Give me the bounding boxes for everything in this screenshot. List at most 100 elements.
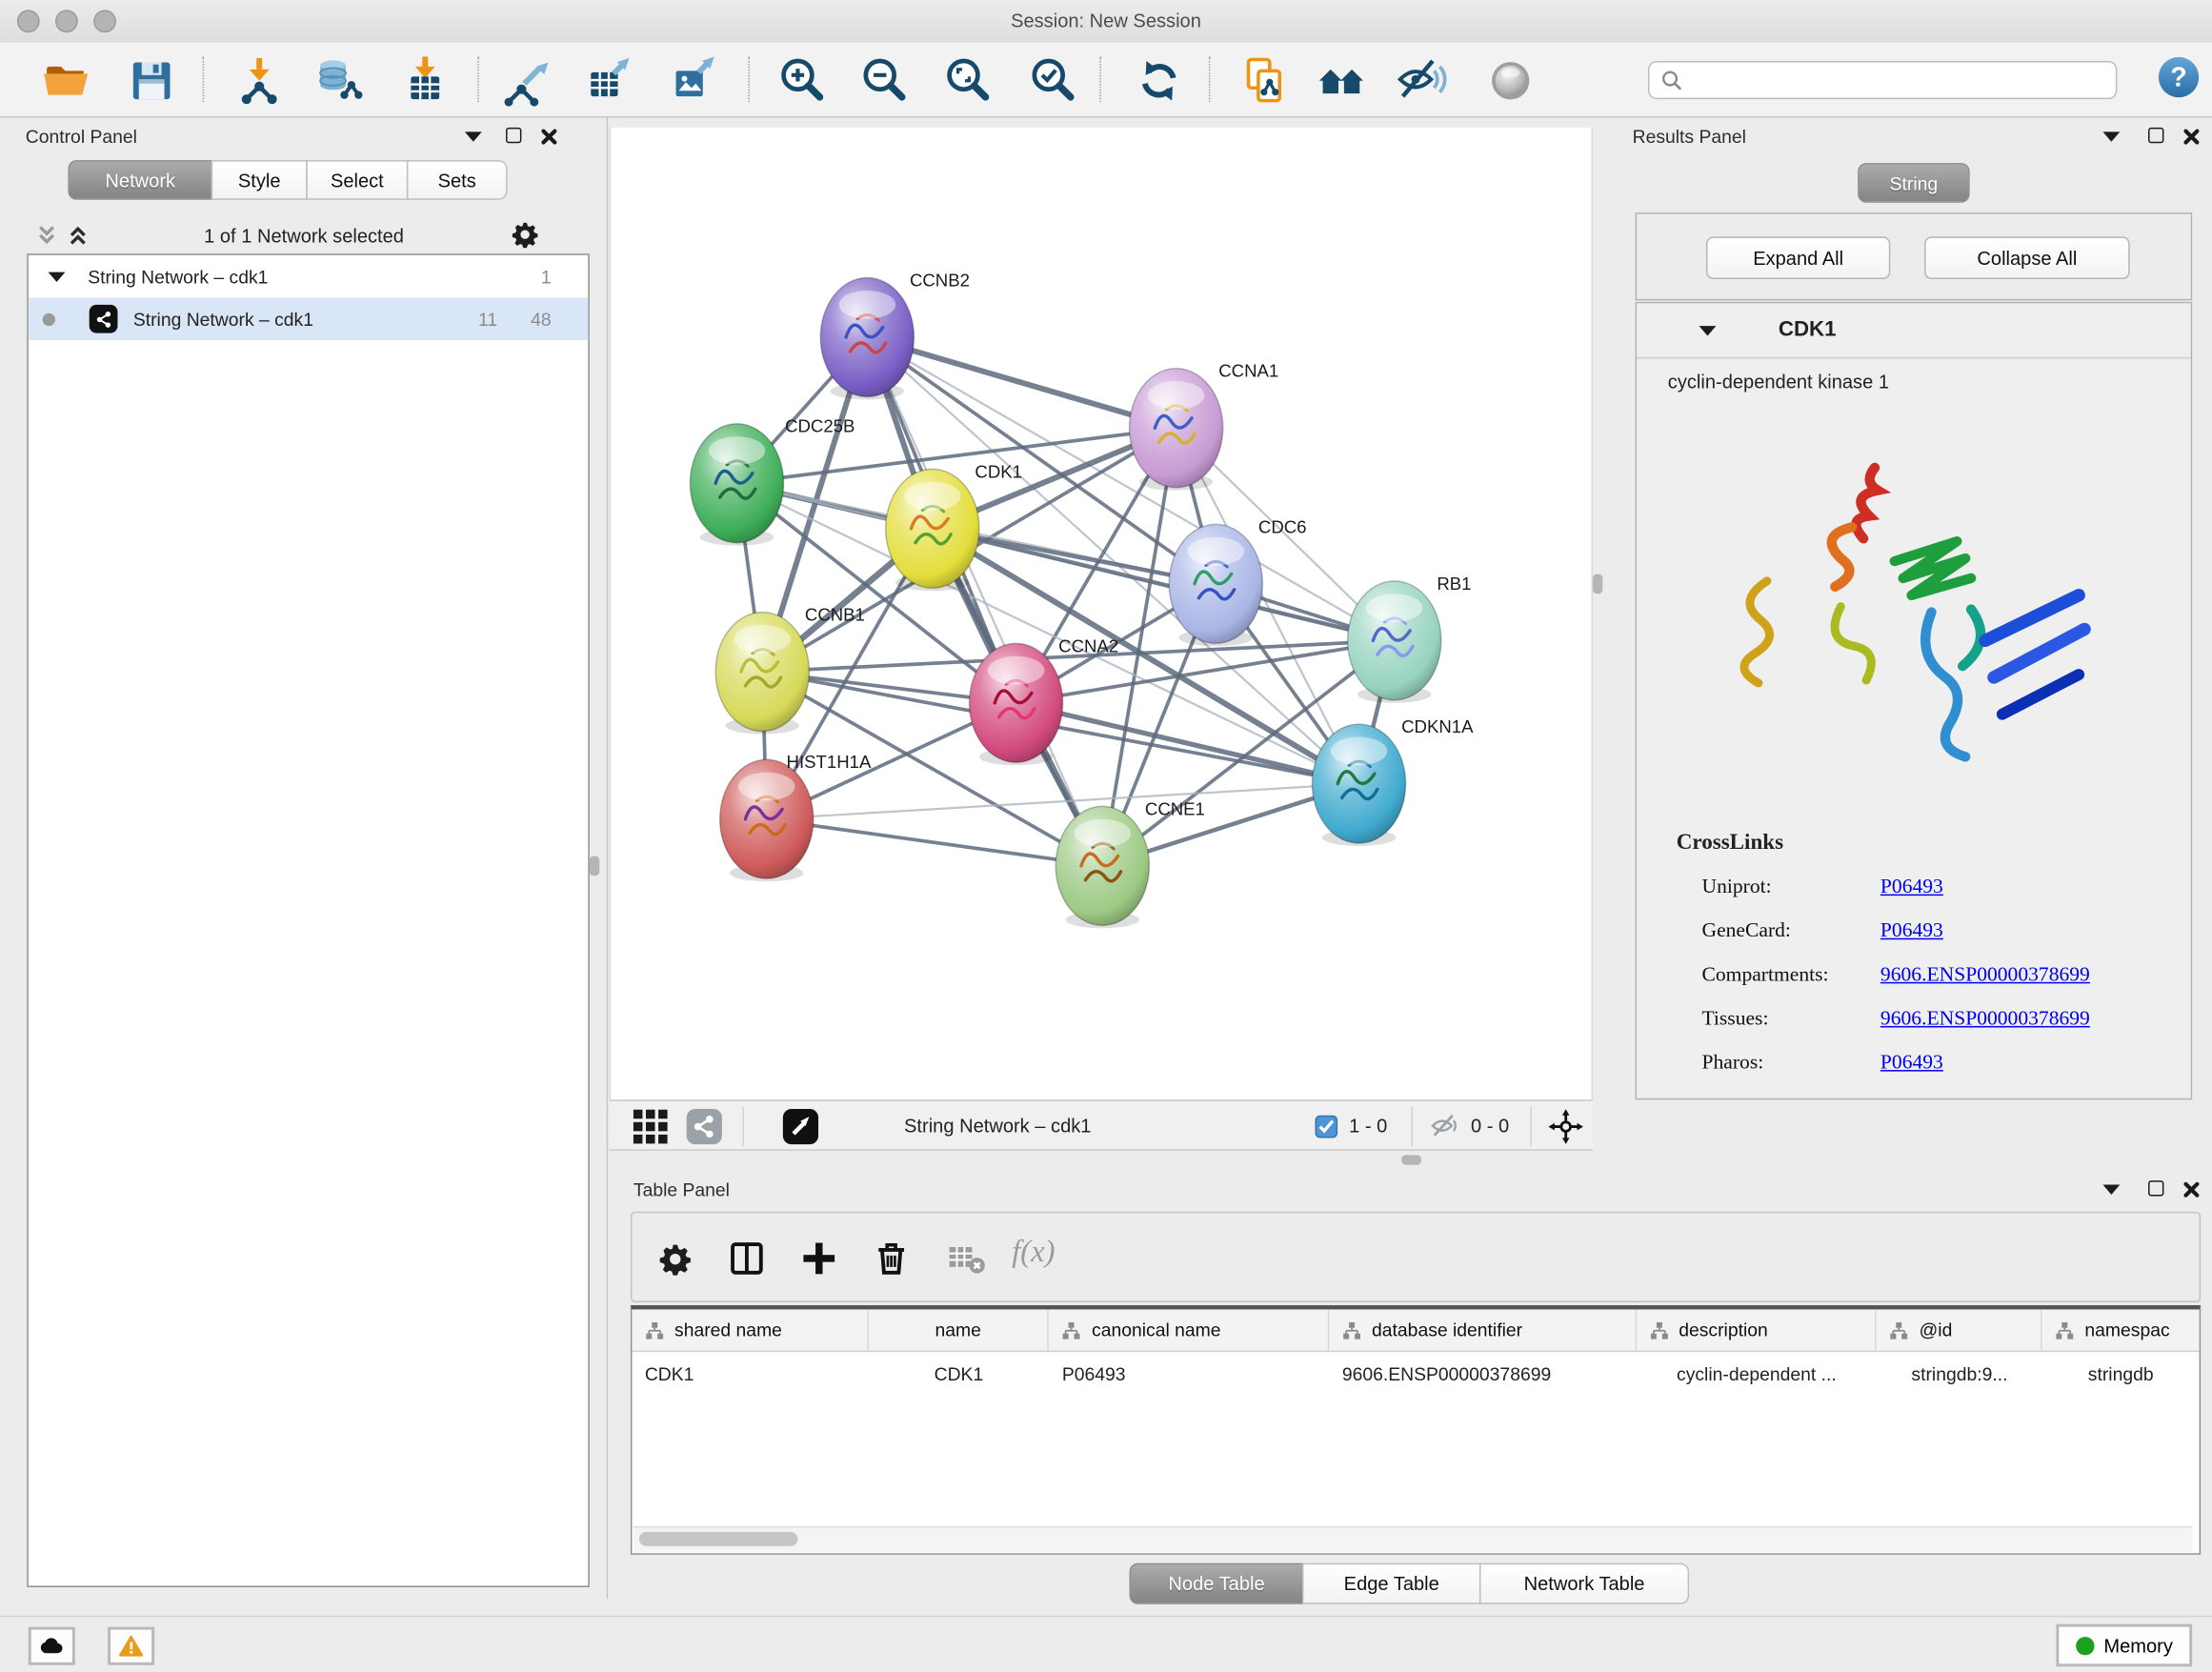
right-splitter-grip[interactable] xyxy=(1593,574,1602,594)
collapse-all-button[interactable]: Collapse All xyxy=(1924,236,2130,279)
float-window-icon[interactable] xyxy=(506,128,521,143)
export-table-button[interactable] xyxy=(581,52,638,110)
tab-node-table[interactable]: Node Table xyxy=(1130,1563,1304,1604)
zoom-selected-button[interactable] xyxy=(1026,52,1083,110)
warnings-button[interactable] xyxy=(108,1627,154,1665)
birds-eye-view-icon[interactable] xyxy=(782,1108,819,1145)
network-node-RB1[interactable] xyxy=(1348,581,1441,700)
delete-table-icon[interactable] xyxy=(947,1239,987,1279)
import-table-file-button[interactable] xyxy=(397,52,454,110)
tab-network-table[interactable]: Network Table xyxy=(1479,1563,1689,1604)
show-hidden-button[interactable] xyxy=(1482,52,1539,110)
first-neighbors-button[interactable] xyxy=(1314,52,1371,110)
table-settings-gear-icon[interactable] xyxy=(654,1239,694,1279)
cloud-button[interactable] xyxy=(29,1627,75,1665)
cell-id[interactable]: stringdb:9... xyxy=(1877,1352,2042,1395)
float-window-icon[interactable] xyxy=(2148,128,2163,143)
crosslink-uniprot-link[interactable]: P06493 xyxy=(1880,876,1943,899)
open-session-button[interactable] xyxy=(37,52,94,110)
column-header-canonical-name[interactable]: canonical name xyxy=(1049,1309,1329,1350)
help-button[interactable]: ? xyxy=(2150,49,2207,106)
apply-layout-button[interactable] xyxy=(1131,52,1188,110)
grid-view-icon[interactable] xyxy=(632,1108,669,1145)
cell-namespace[interactable]: stringdb xyxy=(2042,1352,2200,1395)
crosslink-genecard-link[interactable]: P06493 xyxy=(1880,919,1943,943)
column-header-shared-name[interactable]: shared name xyxy=(632,1309,868,1350)
export-network-button[interactable] xyxy=(499,52,556,110)
import-network-database-button[interactable] xyxy=(312,52,369,110)
float-panel-caret-icon[interactable] xyxy=(2102,1185,2120,1195)
column-header-namespace[interactable]: namespac xyxy=(2042,1309,2200,1350)
left-splitter-grip[interactable] xyxy=(590,856,599,876)
tab-edge-table[interactable]: Edge Table xyxy=(1302,1563,1480,1604)
add-column-icon[interactable] xyxy=(799,1239,839,1279)
entry-collapse-caret-icon[interactable] xyxy=(1699,326,1717,335)
horizontal-splitter-grip[interactable] xyxy=(1401,1155,1421,1164)
network-edge[interactable] xyxy=(1016,703,1359,784)
table-row[interactable]: CDK1 CDK1 P06493 9606.ENSP00000378699 cy… xyxy=(632,1352,2199,1395)
save-session-button[interactable] xyxy=(123,52,180,110)
scrollbar-thumb[interactable] xyxy=(639,1532,798,1546)
hide-selected-button[interactable] xyxy=(1393,52,1450,110)
column-header-name[interactable]: name xyxy=(868,1309,1049,1350)
delete-column-trash-icon[interactable] xyxy=(872,1239,912,1279)
column-header-id[interactable]: @id xyxy=(1877,1309,2042,1350)
selected-checkbox-icon[interactable] xyxy=(1315,1116,1337,1138)
share-view-icon[interactable] xyxy=(686,1108,723,1145)
network-node-CCNA1[interactable] xyxy=(1130,369,1223,488)
column-header-description[interactable]: description xyxy=(1637,1309,1877,1350)
network-node-CDK1[interactable] xyxy=(886,469,979,588)
clone-network-button[interactable] xyxy=(1237,52,1295,110)
tree-expand-caret-icon[interactable] xyxy=(49,272,66,281)
cell-name[interactable]: CDK1 xyxy=(868,1352,1049,1395)
network-node-HIST1H1A[interactable] xyxy=(720,759,814,878)
cell-shared-name[interactable]: CDK1 xyxy=(632,1352,868,1395)
network-row-selected[interactable]: String Network – cdk1 11 48 xyxy=(29,297,589,340)
network-collection-row[interactable]: String Network – cdk1 1 xyxy=(29,255,589,298)
pan-crosshair-icon[interactable] xyxy=(1547,1108,1584,1145)
zoom-out-button[interactable] xyxy=(857,52,915,110)
network-node-CCNB2[interactable] xyxy=(820,278,914,397)
gene-entry-card: CDK1 cyclin-dependent kinase 1 CrossL xyxy=(1636,302,2193,1099)
import-network-file-button[interactable] xyxy=(231,52,288,110)
tab-style[interactable]: Style xyxy=(211,160,308,200)
float-panel-caret-icon[interactable] xyxy=(2102,131,2120,141)
network-node-CDC6[interactable] xyxy=(1169,524,1262,643)
cell-description[interactable]: cyclin-dependent ... xyxy=(1637,1352,1877,1395)
memory-button[interactable]: Memory xyxy=(2056,1624,2192,1667)
network-edge[interactable] xyxy=(767,819,1103,866)
split-columns-icon[interactable] xyxy=(727,1239,767,1279)
function-builder-icon[interactable]: f(x) xyxy=(1012,1233,1055,1270)
gene-entry-header[interactable]: CDK1 xyxy=(1637,303,2191,358)
cell-canonical-name[interactable]: P06493 xyxy=(1049,1352,1329,1395)
float-panel-caret-icon[interactable] xyxy=(465,131,482,141)
network-node-CCNA2[interactable] xyxy=(969,643,1062,762)
search-input[interactable] xyxy=(1692,65,2116,96)
column-header-database-identifier[interactable]: database identifier xyxy=(1329,1309,1636,1350)
zoom-fit-button[interactable] xyxy=(941,52,998,110)
zoom-in-button[interactable] xyxy=(775,52,833,110)
crosslink-tissues-link[interactable]: 9606.ENSP00000378699 xyxy=(1880,1008,2090,1032)
crosslink-compartments-link[interactable]: 9606.ENSP00000378699 xyxy=(1880,964,2090,988)
float-window-icon[interactable] xyxy=(2148,1180,2163,1196)
export-image-button[interactable] xyxy=(666,52,723,110)
network-edge[interactable] xyxy=(867,337,1102,866)
tab-select[interactable]: Select xyxy=(306,160,408,200)
close-panel-icon[interactable] xyxy=(540,128,558,146)
tab-network[interactable]: Network xyxy=(68,160,212,200)
close-panel-icon[interactable] xyxy=(2182,128,2201,146)
network-node-CDC25B[interactable] xyxy=(690,424,783,543)
network-graph[interactable]: CCNB2CCNA1CDC25BCDK1CDC6RB1CCNB1CCNA2CDK… xyxy=(611,128,1594,1099)
cell-database-identifier[interactable]: 9606.ENSP00000378699 xyxy=(1329,1352,1636,1395)
crosslink-pharos-link[interactable]: P06493 xyxy=(1880,1052,1943,1076)
close-panel-icon[interactable] xyxy=(2182,1180,2201,1199)
tab-string[interactable]: String xyxy=(1858,163,1970,203)
network-options-gear-icon[interactable] xyxy=(512,221,538,248)
network-node-CCNB1[interactable] xyxy=(715,613,809,732)
network-node-CCNE1[interactable] xyxy=(1056,806,1149,925)
hidden-eye-icon[interactable] xyxy=(1428,1113,1459,1141)
network-node-CDKN1A[interactable] xyxy=(1312,724,1405,843)
expand-all-button[interactable]: Expand All xyxy=(1706,236,1890,279)
network-canvas[interactable]: CCNB2CCNA1CDC25BCDK1CDC6RB1CCNB1CCNA2CDK… xyxy=(610,128,1593,1099)
tab-sets[interactable]: Sets xyxy=(407,160,508,200)
